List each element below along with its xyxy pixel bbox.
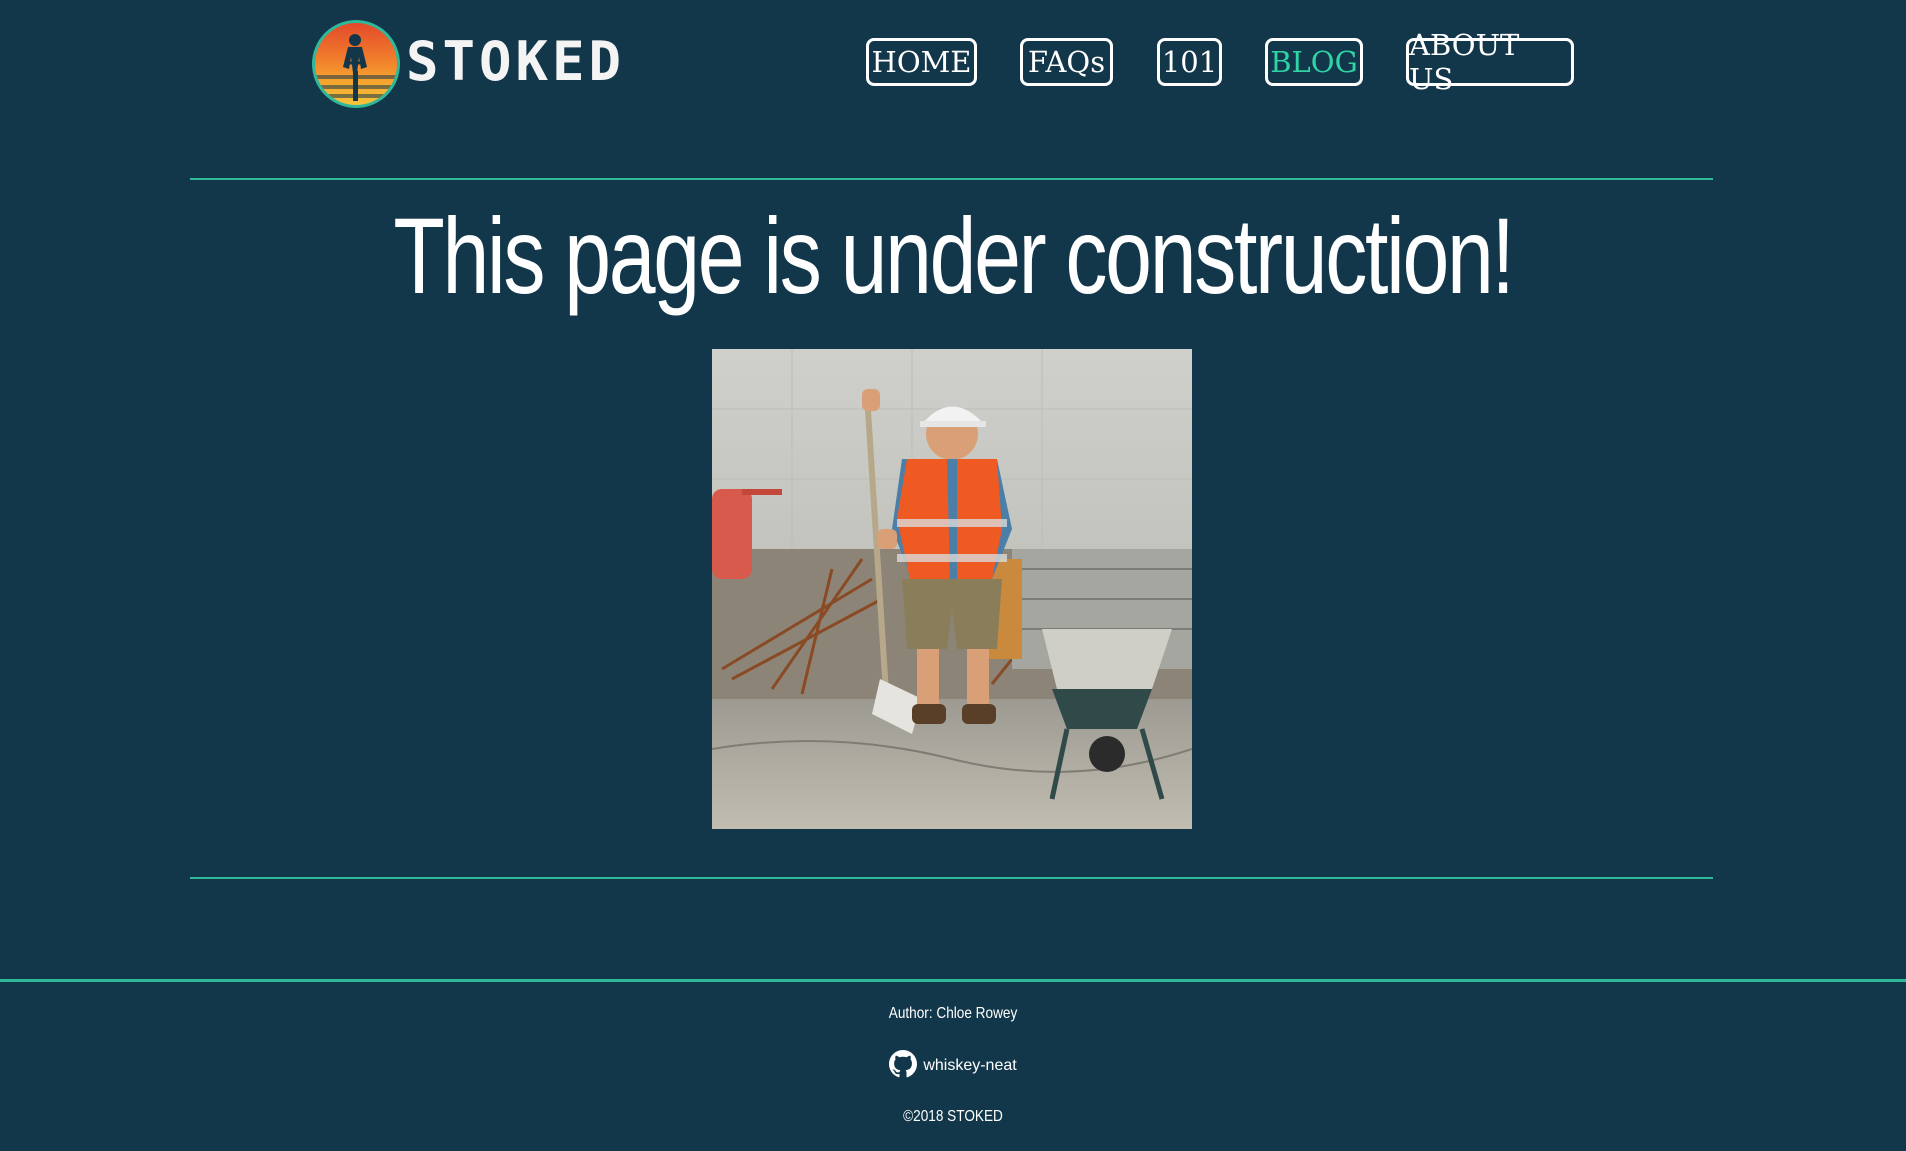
nav-faqs-button[interactable]: FAQs bbox=[1020, 38, 1113, 86]
construction-worker-image bbox=[712, 349, 1192, 829]
bottom-divider bbox=[190, 877, 1713, 879]
footer-github-link-row: whiskey-neat bbox=[0, 1050, 1906, 1082]
footer-copyright: ©2018 STOKED bbox=[903, 1108, 1003, 1125]
nav-blog-button[interactable]: BLOG bbox=[1265, 38, 1363, 86]
main-nav: HOME FAQs 101 BLOG ABOUT US bbox=[0, 28, 1906, 96]
nav-home-button[interactable]: HOME bbox=[866, 38, 977, 86]
page-title: This page is under construction! bbox=[393, 195, 1515, 316]
site-header: STOKED HOME FAQs 101 BLOG ABOUT US bbox=[0, 0, 1906, 130]
top-divider bbox=[190, 178, 1713, 180]
github-username-link[interactable]: whiskey-neat bbox=[923, 1057, 1016, 1075]
nav-about-us-button[interactable]: ABOUT US bbox=[1406, 28, 1574, 96]
nav-101-button[interactable]: 101 bbox=[1157, 38, 1222, 86]
footer-divider bbox=[0, 979, 1906, 982]
footer-author: Author: Chloe Rowey bbox=[888, 1005, 1018, 1022]
github-icon[interactable] bbox=[889, 1050, 918, 1082]
